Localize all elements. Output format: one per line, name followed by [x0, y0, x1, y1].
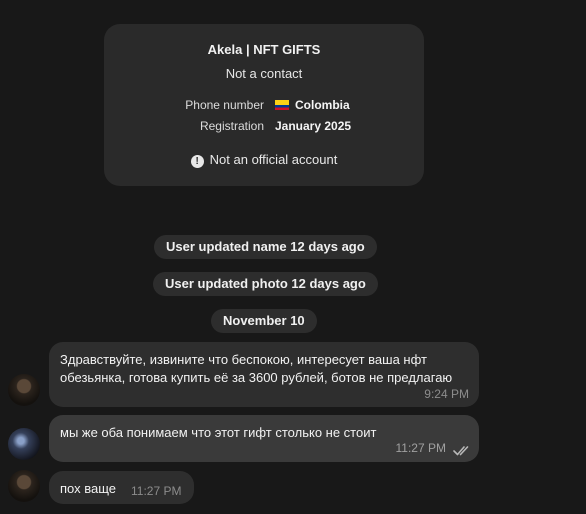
- contact-name: Akela | NFT GIFTS: [207, 42, 321, 57]
- avatar[interactable]: [8, 428, 40, 460]
- phone-row: Phone number Colombia: [104, 98, 424, 116]
- phone-value: Colombia: [275, 98, 350, 112]
- service-photo-updated[interactable]: User updated photo 12 days ago: [153, 272, 378, 296]
- message-bubble[interactable]: Здравствуйте, извините что беспокою, инт…: [49, 342, 479, 407]
- message-time: 11:27 PM: [395, 441, 446, 455]
- avatar[interactable]: [8, 470, 40, 502]
- date-separator[interactable]: November 10: [211, 309, 317, 333]
- colombia-flag-icon: [275, 100, 289, 110]
- exclamation-icon: !: [190, 155, 204, 168]
- double-check-icon: [453, 446, 469, 456]
- official-notice[interactable]: ! Not an official account: [104, 152, 424, 168]
- message-text: Здравствуйте, извините что беспокою, инт…: [60, 352, 453, 385]
- registration-label: Registration: [199, 119, 264, 133]
- message-time: 9:24 PM: [424, 387, 469, 401]
- avatar[interactable]: [8, 374, 40, 406]
- official-notice-text: Not an official account: [209, 152, 338, 167]
- message-bubble[interactable]: мы же оба понимаем что этот гифт столько…: [49, 415, 479, 462]
- registration-row: Registration January 2025: [104, 119, 424, 137]
- contact-status: Not a contact: [225, 66, 303, 81]
- registration-value: January 2025: [275, 119, 352, 133]
- service-name-updated[interactable]: User updated name 12 days ago: [154, 235, 377, 259]
- phone-label: Phone number: [185, 98, 264, 112]
- message-time: 11:27 PM: [131, 484, 182, 498]
- phone-country: Colombia: [295, 98, 350, 112]
- chat-view: Akela | NFT GIFTS Not a contact Phone nu…: [0, 0, 586, 514]
- message-bubble[interactable]: пох ваще 11:27 PM: [49, 471, 194, 504]
- contact-info-card: Akela | NFT GIFTS Not a contact Phone nu…: [104, 24, 424, 186]
